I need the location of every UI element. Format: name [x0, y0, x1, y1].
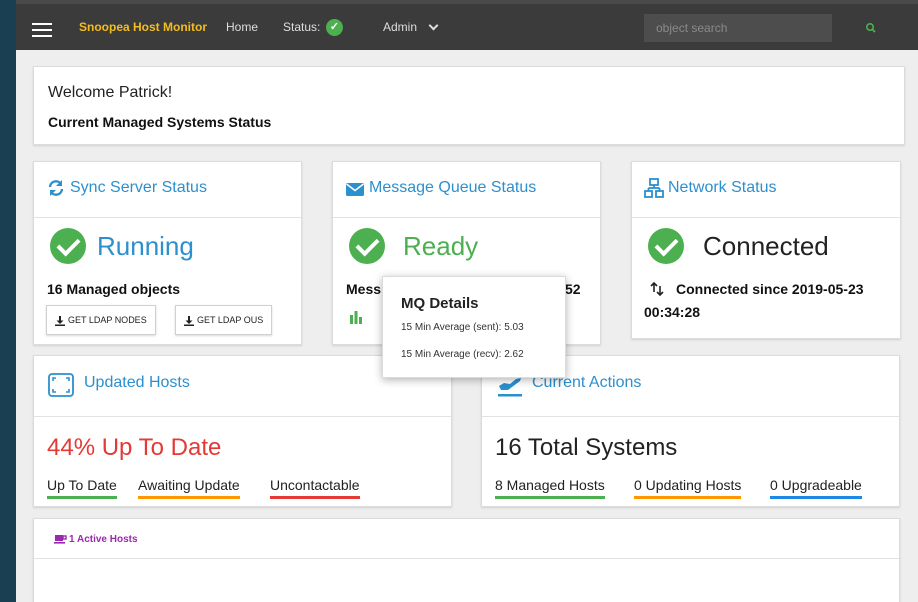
card-title: Message Queue Status	[369, 179, 537, 196]
search-input[interactable]	[644, 14, 832, 42]
sync-server-card: Sync Server Status Running 16 Managed ob…	[33, 161, 302, 345]
card-title: Network Status	[668, 179, 777, 196]
card-title: Updated Hosts	[84, 374, 190, 391]
chevron-down-icon[interactable]	[428, 20, 439, 31]
desktop-edge	[0, 0, 16, 602]
active-hosts-title[interactable]: 1 Active Hosts	[69, 534, 138, 545]
button-label: GET LDAP OUS	[197, 315, 264, 325]
envelope-icon	[346, 183, 364, 196]
expand-icon	[48, 373, 74, 397]
connected-since-line2: 00:34:28	[644, 304, 701, 320]
managed-objects-count: 16 Managed objects	[47, 281, 181, 297]
mq-stats-value-partial: 52	[565, 281, 581, 297]
legend-updating-hosts[interactable]: 0 Updating Hosts	[634, 477, 742, 499]
legend-upgradeable[interactable]: 0 Upgradeable	[770, 477, 862, 499]
card-header: 1 Active Hosts	[34, 519, 899, 559]
network-status-text: Connected	[703, 231, 829, 261]
total-systems-count: 16 Total Systems	[495, 434, 678, 461]
card-header: Sync Server Status	[34, 162, 301, 218]
brand-title[interactable]: Snoopea Host Monitor	[79, 20, 207, 34]
bar-chart-icon[interactable]	[349, 310, 363, 324]
tooltip-recv-average: 15 Min Average (recv): 2.62	[401, 349, 524, 360]
get-ldap-ous-button[interactable]: GET LDAP OUS	[175, 305, 273, 335]
card-title: Sync Server Status	[70, 179, 207, 196]
up-down-arrows-icon	[650, 281, 664, 297]
download-icon	[184, 315, 194, 326]
welcome-greeting: Welcome Patrick!	[48, 84, 173, 101]
active-hosts-card: 1 Active Hosts	[33, 518, 900, 602]
download-icon	[55, 315, 65, 326]
legend-up-to-date[interactable]: Up To Date	[47, 477, 117, 499]
nav-status-label[interactable]: Status:	[283, 20, 320, 34]
card-header: Network Status	[632, 162, 900, 218]
coffee-cup-icon	[54, 535, 67, 544]
card-header: Message Queue Status	[333, 162, 600, 218]
tooltip-title: MQ Details	[401, 295, 479, 312]
mq-stats-text-partial: Mess	[346, 281, 382, 297]
sync-icon	[48, 180, 64, 196]
sync-status-text: Running	[97, 231, 194, 261]
up-to-date-percentage: 44% Up To Date	[47, 434, 222, 461]
status-ok-icon[interactable]: ✓	[326, 19, 343, 36]
get-ldap-nodes-button[interactable]: GET LDAP NODES	[46, 305, 156, 335]
welcome-subtitle: Current Managed Systems Status	[48, 114, 272, 130]
check-circle-icon	[648, 228, 684, 264]
search-icon[interactable]	[864, 21, 878, 35]
legend-managed-hosts[interactable]: 8 Managed Hosts	[495, 477, 605, 499]
legend-uncontactable[interactable]: Uncontactable	[270, 477, 360, 499]
mq-details-tooltip: MQ Details 15 Min Average (sent): 5.03 1…	[382, 276, 566, 378]
nav-home-link[interactable]: Home	[226, 20, 258, 34]
mq-status-text: Ready	[403, 231, 479, 261]
check-circle-icon	[50, 228, 86, 264]
button-label: GET LDAP NODES	[68, 315, 147, 325]
top-navbar: Snoopea Host Monitor Home Status: ✓ Admi…	[16, 0, 918, 50]
nav-admin-menu[interactable]: Admin	[383, 20, 417, 34]
network-icon	[644, 178, 664, 198]
hamburger-menu-icon[interactable]	[32, 23, 52, 37]
network-status-card: Network Status Connected Connected since…	[631, 161, 901, 339]
connected-since-line1: Connected since 2019-05-23	[676, 281, 864, 297]
welcome-card: Welcome Patrick! Current Managed Systems…	[33, 66, 905, 145]
legend-awaiting-update[interactable]: Awaiting Update	[138, 477, 240, 499]
tooltip-sent-average: 15 Min Average (sent): 5.03	[401, 322, 524, 333]
check-circle-icon	[349, 228, 385, 264]
app-window: Snoopea Host Monitor Home Status: ✓ Admi…	[16, 0, 918, 602]
